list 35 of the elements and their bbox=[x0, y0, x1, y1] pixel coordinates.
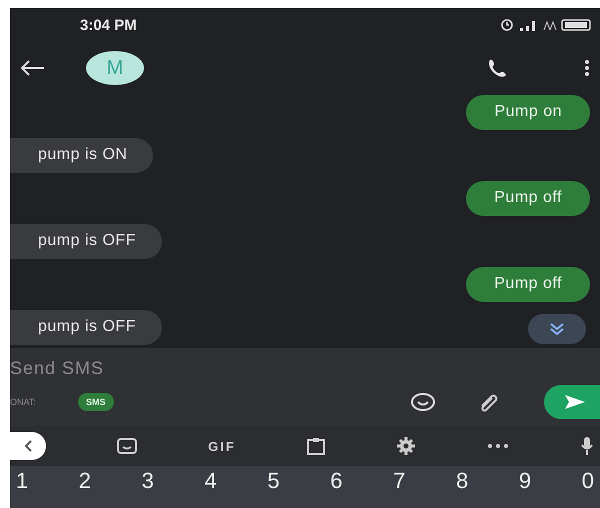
number-key[interactable]: 7 bbox=[387, 468, 412, 494]
number-key[interactable]: 6 bbox=[324, 468, 348, 494]
microphone-icon[interactable] bbox=[580, 436, 594, 456]
format-label: ONAT: bbox=[10, 397, 37, 407]
received-message: pump is ON bbox=[10, 138, 154, 173]
collapse-button[interactable] bbox=[10, 432, 46, 460]
more-icon[interactable] bbox=[486, 443, 510, 449]
sms-badge[interactable]: SMS bbox=[78, 393, 114, 411]
status-time: 3:04 PM bbox=[80, 16, 137, 34]
number-key[interactable]: 9 bbox=[513, 468, 537, 494]
sent-message: Pump off bbox=[466, 267, 590, 302]
emoji-icon[interactable] bbox=[410, 392, 436, 412]
settings-icon[interactable] bbox=[396, 436, 416, 456]
received-message: pump is OFF bbox=[10, 310, 162, 345]
number-key[interactable]: 4 bbox=[198, 468, 223, 494]
number-key[interactable]: 2 bbox=[72, 468, 97, 494]
chevron-left-icon bbox=[23, 439, 33, 453]
send-icon bbox=[564, 394, 586, 410]
number-key[interactable]: 0 bbox=[576, 468, 600, 494]
send-button[interactable] bbox=[544, 385, 600, 419]
gif-key[interactable]: GIF bbox=[208, 438, 236, 454]
scroll-down-button[interactable] bbox=[528, 314, 586, 344]
clipboard-icon[interactable] bbox=[306, 437, 326, 455]
number-key[interactable]: 1 bbox=[10, 468, 34, 494]
number-key[interactable]: 3 bbox=[136, 468, 160, 494]
number-key[interactable]: 5 bbox=[262, 468, 286, 494]
number-key[interactable]: 8 bbox=[450, 468, 474, 494]
sticker-icon[interactable] bbox=[116, 437, 138, 455]
sent-message: Pump off bbox=[466, 181, 590, 216]
sent-message: Pump on bbox=[466, 95, 590, 130]
back-icon[interactable] bbox=[18, 58, 46, 78]
more-options-icon[interactable] bbox=[584, 58, 590, 78]
double-chevron-icon bbox=[549, 322, 565, 336]
message-field[interactable]: Send SMS bbox=[10, 354, 210, 379]
received-message: pump is OFF bbox=[10, 224, 162, 259]
